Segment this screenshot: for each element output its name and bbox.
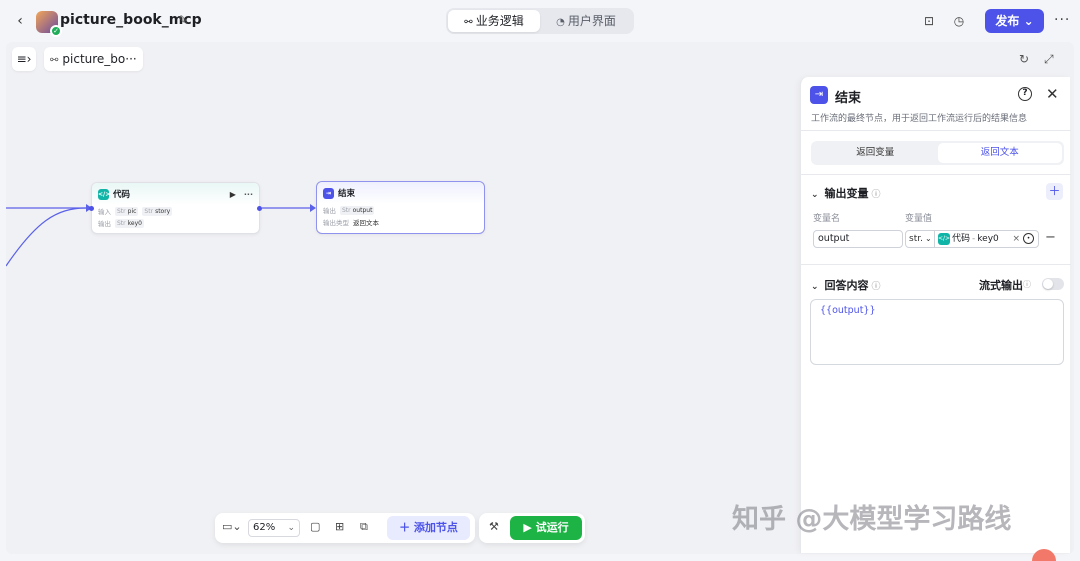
run-toolbar: ⚒ ▶ 试运行	[479, 513, 585, 543]
col-variable-name: 变量名	[813, 214, 841, 224]
end-node-outputs: 输出 Str output	[323, 205, 375, 215]
variable-type-select[interactable]: str. ⌄	[905, 230, 935, 248]
divider	[801, 130, 1071, 131]
return-mode-tabs: 返回变量 返回文本	[811, 141, 1064, 165]
help-icon[interactable]: ?	[1018, 87, 1032, 101]
chevron-down-icon: ⌄	[811, 190, 819, 200]
output-section-title[interactable]: ⌄ 输出变量 ⓘ	[811, 185, 881, 201]
layout-icon[interactable]: ⊞	[335, 520, 344, 533]
divider	[801, 264, 1071, 265]
wrench-icon[interactable]: ⚒	[489, 520, 499, 533]
tab-return-text[interactable]: 返回文本	[937, 143, 1062, 163]
code-node-header: </> 代码 ▶ ···	[92, 183, 259, 205]
comment-icon[interactable]: ▢	[310, 520, 320, 533]
stream-output-label: 流式输出	[979, 279, 1023, 292]
plus-icon: ＋	[399, 521, 411, 534]
code-node-outputs: 输出 Str key0	[98, 218, 144, 228]
info-icon: ⓘ	[871, 282, 881, 292]
code-icon: </>	[98, 188, 111, 200]
close-icon[interactable]: ✕	[1046, 85, 1059, 103]
col-variable-value: 变量值	[905, 214, 933, 224]
chevron-down-icon: ⌄	[924, 234, 932, 243]
code-node[interactable]: </> 代码 ▶ ··· 输入 Str pic Str story 输出 Str ke…	[89, 182, 262, 234]
output-chip: Str output	[340, 205, 375, 215]
end-node-mode: 输出类型 返回文本	[323, 219, 379, 227]
output-port[interactable]	[257, 206, 262, 211]
play-icon: ▶	[523, 521, 532, 534]
toggle-knob	[1043, 279, 1053, 289]
answer-content-editor[interactable]: {{output}}	[810, 299, 1064, 365]
minimap-icon[interactable]: ▭⌄	[222, 520, 242, 533]
panel-title: 结束	[835, 91, 862, 106]
info-icon: ⓘ	[1023, 280, 1031, 289]
panel-description: 工作流的最终节点，用于返回工作流运行后的结果信息	[811, 114, 1028, 124]
chevron-down-icon: ⌄	[287, 523, 295, 533]
workflow-icon: ⚯	[464, 17, 473, 28]
palette-icon: ◔	[556, 17, 565, 28]
test-run-button[interactable]: ▶ 试运行	[510, 516, 582, 540]
exit-icon: ⇥	[810, 86, 828, 104]
chevron-left-icon[interactable]: ‹	[12, 12, 28, 30]
node-settings-panel: ⇥ 结束 ? ✕ 工作流的最终节点，用于返回工作流运行后的结果信息 返回变量 返…	[800, 77, 1071, 553]
edit-icon[interactable]: ✎	[178, 13, 188, 27]
output-chip: Str key0	[115, 218, 144, 228]
target-icon[interactable]: •	[1023, 233, 1034, 244]
divider	[801, 174, 1071, 175]
add-node-button[interactable]: ＋ 添加节点	[387, 516, 470, 540]
canvas-toolbar: ▭⌄ 62% ⌄ ▢ ⊞ ⧉ ＋ 添加节点	[215, 513, 475, 543]
tab-business-logic[interactable]: ⚯ 业务逻辑	[448, 10, 540, 32]
history-icon[interactable]: ◷	[951, 13, 967, 29]
end-node[interactable]: ⇥ 结束 输出 Str output 输出类型 返回文本	[316, 181, 485, 234]
stream-output-toggle[interactable]	[1042, 278, 1064, 290]
end-node-header: ⇥ 结束	[317, 182, 484, 204]
chevron-down-icon: ⌄	[1023, 14, 1034, 28]
app-avatar: ✓	[36, 11, 62, 37]
zoom-select[interactable]: 62% ⌄	[248, 519, 300, 537]
add-variable-button[interactable]: ＋	[1046, 183, 1063, 200]
chevron-down-icon: ⌄	[811, 282, 819, 292]
edge-incoming-2	[6, 207, 87, 267]
publish-button[interactable]: 发布 ⌄	[985, 9, 1044, 33]
code-icon: </>	[938, 233, 950, 245]
variable-reference-field[interactable]: </> 代码 - key0 × •	[934, 230, 1039, 248]
archive-icon[interactable]: ⊡	[921, 13, 937, 29]
input-chip: Str story	[142, 206, 173, 216]
info-icon: ⓘ	[871, 190, 881, 200]
exit-icon: ⇥	[323, 187, 334, 199]
code-node-inputs: 输入 Str pic Str story	[98, 206, 173, 216]
top-bar: ‹ ✓ picture_book_mcp ✎ ⚯ 业务逻辑 ◔ 用户界面 ⊡ ◷ 发…	[0, 0, 1080, 42]
tab-return-variable[interactable]: 返回变量	[813, 143, 938, 163]
tab-user-interface[interactable]: ◔ 用户界面	[540, 10, 632, 32]
remove-variable-button[interactable]: −	[1045, 230, 1056, 245]
watermark: 知乎 @大模型学习路线	[732, 504, 1012, 535]
more-icon[interactable]: ···	[244, 190, 253, 199]
more-icon[interactable]: ···	[1054, 12, 1070, 28]
answer-section-title[interactable]: ⌄ 回答内容 ⓘ	[811, 277, 881, 293]
clear-icon[interactable]: ×	[1012, 231, 1020, 247]
input-port[interactable]	[89, 206, 94, 211]
input-chip: Str pic	[115, 206, 139, 216]
fit-view-icon[interactable]: ⧉	[360, 520, 368, 534]
play-icon[interactable]: ▶	[230, 190, 236, 199]
variable-name-input[interactable]: output	[813, 230, 903, 248]
view-switcher: ⚯ 业务逻辑 ◔ 用户界面	[446, 8, 634, 34]
